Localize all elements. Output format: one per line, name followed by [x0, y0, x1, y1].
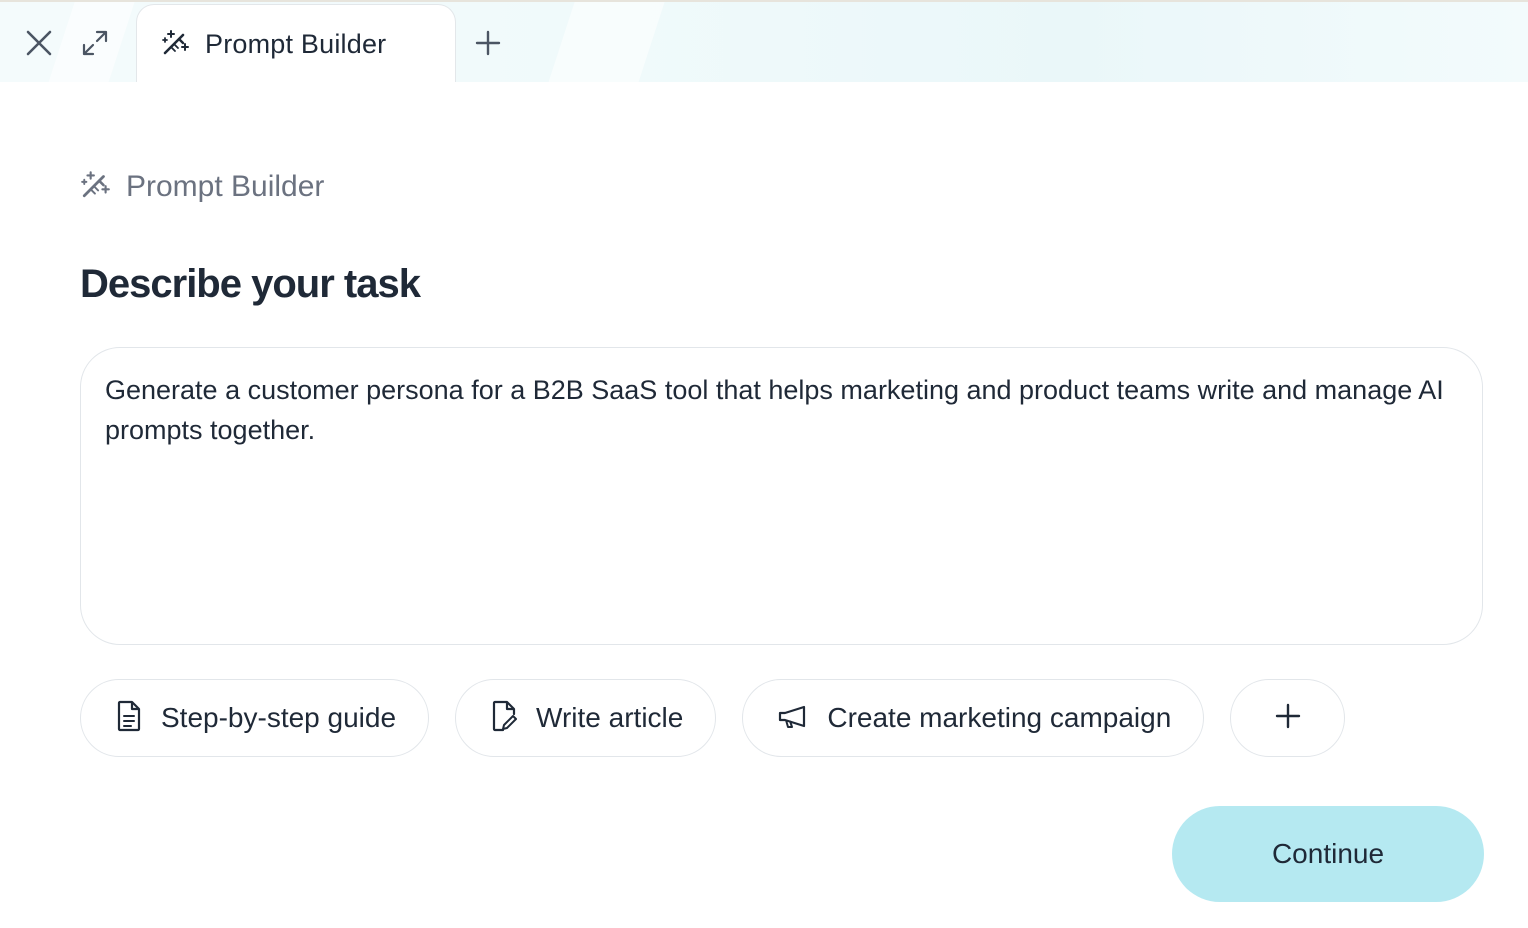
- tab-bar: Prompt Builder: [0, 0, 1528, 82]
- magic-wand-icon: [80, 168, 112, 205]
- task-heading: Describe your task: [80, 262, 421, 306]
- chip-label: Write article: [536, 702, 684, 733]
- chip-label: Step-by-step guide: [161, 702, 397, 733]
- close-icon[interactable]: [17, 21, 61, 65]
- megaphone-icon: [777, 702, 809, 735]
- plus-icon[interactable]: [466, 21, 510, 65]
- tab-prompt-builder[interactable]: Prompt Builder: [136, 4, 456, 82]
- chip-create-marketing-campaign[interactable]: Create marketing campaign: [742, 679, 1205, 757]
- expand-icon[interactable]: [73, 21, 117, 65]
- suggestion-chips: Step-by-step guide Write article Create …: [80, 679, 1346, 757]
- chip-step-by-step-guide[interactable]: Step-by-step guide: [80, 679, 430, 757]
- tab-label: Prompt Builder: [205, 29, 387, 59]
- plus-icon: [1275, 703, 1301, 734]
- background-streak: [542, 2, 668, 82]
- add-chip-button[interactable]: [1230, 679, 1346, 757]
- magic-wand-icon: [161, 27, 191, 62]
- page-header: Prompt Builder: [80, 168, 324, 205]
- page-title: Prompt Builder: [126, 169, 325, 203]
- document-icon: [115, 700, 143, 737]
- chip-label: Create marketing campaign: [827, 702, 1172, 733]
- chip-write-article[interactable]: Write article: [455, 679, 717, 757]
- task-description-input[interactable]: [80, 347, 1483, 645]
- continue-button[interactable]: Continue: [1172, 806, 1484, 902]
- file-pen-icon: [490, 700, 518, 737]
